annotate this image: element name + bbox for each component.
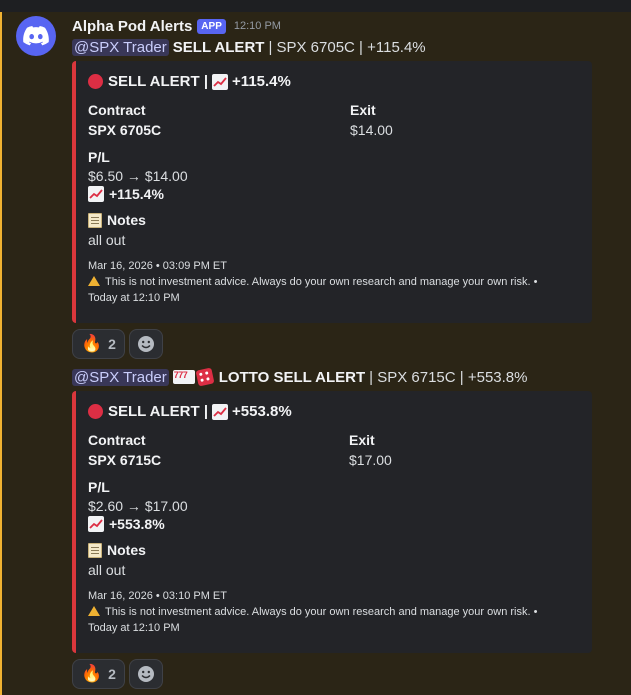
add-reaction-button[interactable] bbox=[128, 329, 163, 359]
pl-percent-text: +553.8% bbox=[109, 516, 165, 532]
chart-increasing-icon bbox=[88, 186, 104, 202]
pl-percent-text: +115.4% bbox=[109, 186, 164, 202]
embed-disclaimer: This is not investment advice. Always do… bbox=[88, 604, 537, 620]
warning-icon bbox=[88, 606, 100, 616]
message-content: @SPX Trader LOTTO SELL ALERT | SPX 6715C… bbox=[72, 366, 527, 388]
memo-icon bbox=[88, 542, 102, 558]
field-pl-range: $6.50 → $14.00 bbox=[88, 168, 188, 184]
game-die-icon bbox=[195, 367, 215, 387]
embed-disclaimer: This is not investment advice. Always do… bbox=[88, 274, 537, 290]
field-contract-label: Contract bbox=[88, 432, 146, 448]
message-timestamp[interactable]: 12:10 PM bbox=[234, 20, 281, 32]
notes-label-text: Notes bbox=[107, 212, 146, 228]
message-header: Alpha Pod Alerts APP 12:10 PM bbox=[72, 16, 281, 36]
field-notes-label: Notes bbox=[88, 542, 146, 558]
embed-title-percent: +553.8% bbox=[232, 403, 292, 420]
field-exit-label: Exit bbox=[349, 432, 375, 448]
embed-footer-time: Today at 12:10 PM bbox=[88, 622, 180, 634]
top-bar bbox=[0, 0, 631, 12]
field-pl-range: $2.60 → $17.00 bbox=[88, 498, 188, 514]
embed-footer-time: Today at 12:10 PM bbox=[88, 292, 180, 304]
disclaimer-text: This is not investment advice. Always do… bbox=[105, 606, 538, 618]
embed-title-text: SELL ALERT | bbox=[108, 403, 209, 420]
user-mention[interactable]: @SPX Trader bbox=[72, 38, 169, 56]
field-pl-label: P/L bbox=[88, 149, 110, 165]
alert-embed: SELL ALERT | +553.8% Contract SPX 6715C … bbox=[72, 391, 592, 653]
smiley-icon bbox=[137, 666, 154, 682]
field-notes-value: all out bbox=[88, 562, 126, 578]
field-notes-value: all out bbox=[88, 232, 126, 248]
alert-summary: | SPX 6715C | +553.8% bbox=[369, 368, 528, 386]
memo-icon bbox=[88, 212, 102, 228]
alert-type: SELL ALERT bbox=[172, 38, 265, 56]
embed-title-text: SELL ALERT | bbox=[108, 73, 209, 90]
field-pl-percent: +115.4% bbox=[88, 186, 164, 202]
embed-title: SELL ALERT | +115.4% bbox=[88, 73, 291, 90]
field-contract-label: Contract bbox=[88, 102, 146, 118]
add-reaction-button[interactable] bbox=[128, 659, 163, 689]
warning-icon bbox=[88, 276, 100, 286]
mention-highlight-rail bbox=[0, 12, 2, 695]
reaction-count: 2 bbox=[108, 666, 116, 682]
field-exit-value: $17.00 bbox=[349, 452, 392, 468]
discord-logo-icon bbox=[23, 26, 49, 46]
embed-date: Mar 16, 2026 • 03:10 PM ET bbox=[88, 590, 227, 602]
smiley-icon bbox=[137, 336, 154, 352]
reaction-fire[interactable]: 🔥 2 bbox=[72, 329, 125, 359]
fire-icon: 🔥 bbox=[81, 664, 103, 683]
embed-title: SELL ALERT | +553.8% bbox=[88, 403, 292, 420]
disclaimer-text: This is not investment advice. Always do… bbox=[105, 276, 538, 288]
bot-avatar[interactable] bbox=[16, 16, 56, 56]
chart-increasing-icon bbox=[212, 73, 229, 90]
slot-machine-icon bbox=[172, 370, 195, 384]
reaction-fire[interactable]: 🔥 2 bbox=[72, 659, 125, 689]
field-contract-value: SPX 6705C bbox=[88, 122, 162, 138]
notes-label-text: Notes bbox=[107, 542, 146, 558]
message-content: @SPX Trader SELL ALERT | SPX 6705C | +11… bbox=[72, 36, 426, 58]
alert-summary: | SPX 6705C | +115.4% bbox=[268, 38, 426, 56]
embed-date: Mar 16, 2026 • 03:09 PM ET bbox=[88, 260, 227, 272]
field-contract-value: SPX 6715C bbox=[88, 452, 162, 468]
embed-title-percent: +115.4% bbox=[232, 73, 291, 90]
app-badge: APP bbox=[197, 18, 226, 34]
author-name[interactable]: Alpha Pod Alerts bbox=[72, 18, 192, 35]
field-pl-label: P/L bbox=[88, 479, 110, 495]
field-exit-value: $14.00 bbox=[350, 122, 393, 138]
field-exit-label: Exit bbox=[350, 102, 376, 118]
field-pl-percent: +553.8% bbox=[88, 516, 165, 532]
reaction-bar: 🔥 2 bbox=[72, 329, 163, 359]
reaction-bar: 🔥 2 bbox=[72, 659, 163, 689]
red-circle-icon bbox=[88, 74, 103, 89]
chart-increasing-icon bbox=[212, 403, 229, 420]
reaction-count: 2 bbox=[108, 336, 116, 352]
red-circle-icon bbox=[88, 404, 103, 419]
alert-type: LOTTO SELL ALERT bbox=[218, 368, 366, 386]
field-notes-label: Notes bbox=[88, 212, 146, 228]
alert-embed: SELL ALERT | +115.4% Contract SPX 6705C … bbox=[72, 61, 592, 323]
chart-increasing-icon bbox=[88, 516, 104, 532]
user-mention[interactable]: @SPX Trader bbox=[72, 368, 169, 386]
fire-icon: 🔥 bbox=[81, 334, 103, 353]
